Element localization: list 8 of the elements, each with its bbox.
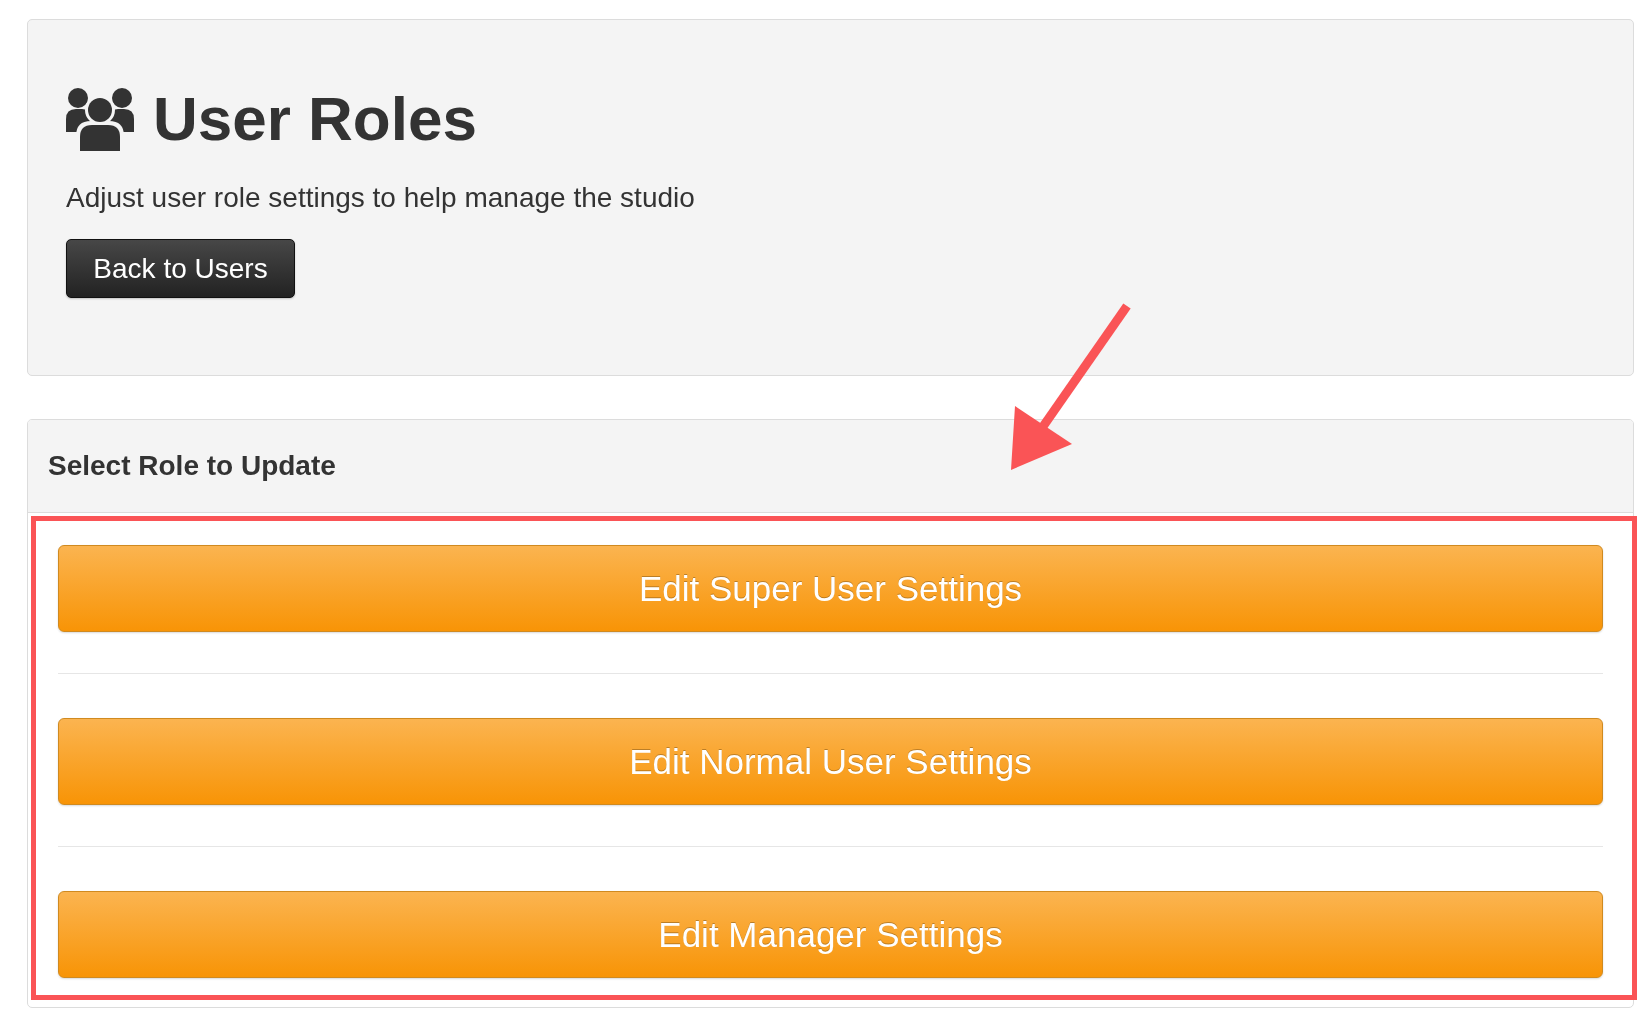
back-to-users-button[interactable]: Back to Users [66, 239, 295, 298]
edit-role-button[interactable]: Edit Super User Settings [58, 545, 1603, 632]
panel-heading: Select Role to Update [48, 450, 336, 482]
users-icon [66, 87, 134, 151]
page-subtitle: Adjust user role settings to help manage the studio [66, 181, 695, 215]
page-title: User Roles [153, 83, 477, 155]
edit-role-button[interactable]: Edit Normal User Settings [58, 718, 1603, 805]
edit-role-button[interactable]: Edit Manager Settings [58, 891, 1603, 978]
